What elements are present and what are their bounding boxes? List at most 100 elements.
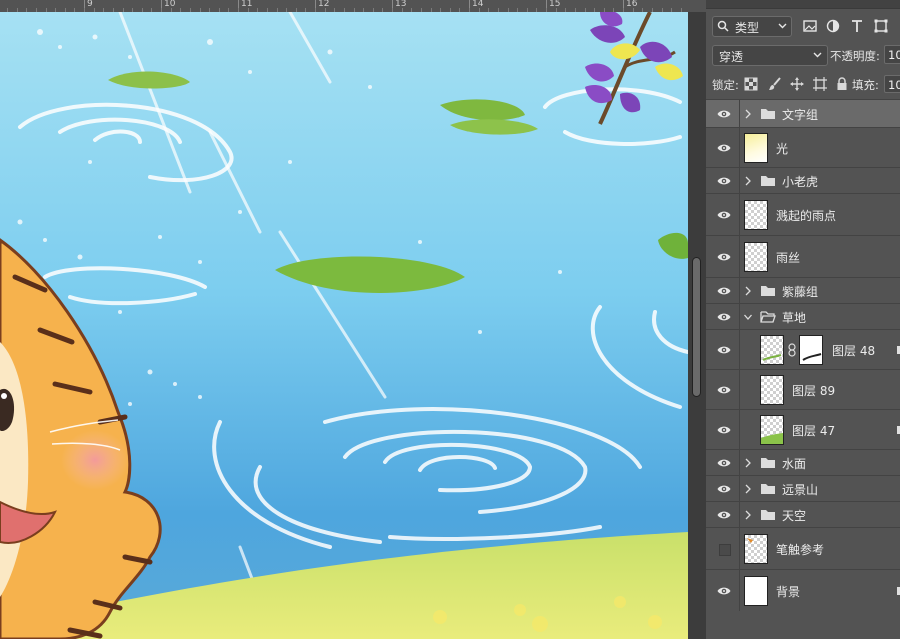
layer-row[interactable]: 雨丝 — [706, 235, 900, 277]
lock-position-icon[interactable] — [790, 77, 804, 91]
document-canvas[interactable] — [0, 12, 688, 639]
image-filter-icon[interactable] — [803, 19, 817, 33]
chevron-right-icon[interactable] — [744, 286, 752, 296]
layer-row[interactable]: 图层 89 — [706, 369, 900, 409]
brush-thumbnail-graphic — [747, 537, 753, 543]
eye-icon — [717, 211, 731, 218]
visibility-toggle[interactable] — [706, 502, 740, 527]
lock-artboard-icon[interactable] — [813, 77, 827, 91]
layer-row[interactable]: 图层 47 — [706, 409, 900, 449]
fill-field[interactable]: 100 — [884, 75, 900, 93]
folder-icon — [761, 457, 775, 468]
chevron-down-icon[interactable] — [744, 312, 752, 322]
eye-icon — [717, 110, 731, 117]
layer-group-row[interactable]: 远景山 — [706, 475, 900, 501]
chevron-right-icon[interactable] — [744, 109, 752, 119]
visibility-toggle[interactable] — [706, 528, 740, 569]
adjustment-filter-icon[interactable] — [826, 19, 840, 33]
layer-thumbnail — [744, 575, 768, 606]
folder-icon — [761, 108, 775, 119]
blend-mode-value: 穿透 — [719, 50, 744, 64]
layer-group-row[interactable]: 紫藤组 — [706, 277, 900, 303]
layer-name: 图层 48 — [832, 343, 876, 358]
layer-name: 小老虎 — [782, 174, 819, 189]
layer-row[interactable]: 背景 — [706, 569, 900, 611]
chevron-down-icon — [778, 23, 787, 29]
layer-name: 紫藤组 — [782, 284, 819, 299]
ruler-label: 14 — [472, 0, 484, 9]
folder-open-icon — [760, 310, 776, 323]
panel-tab-bar — [706, 0, 900, 9]
grass-thumbnail-graphic — [761, 432, 783, 444]
visibility-toggle[interactable] — [706, 100, 740, 127]
visibility-toggle[interactable] — [706, 236, 740, 277]
chevron-down-icon — [813, 52, 822, 58]
visibility-toggle[interactable] — [706, 304, 740, 329]
visibility-toggle[interactable] — [706, 194, 740, 235]
eye-icon — [717, 313, 731, 320]
visibility-toggle[interactable] — [706, 128, 740, 167]
layer-name: 雨丝 — [776, 250, 801, 265]
layer-thumbnail — [744, 199, 768, 230]
layer-group-row[interactable]: 小老虎 — [706, 167, 900, 193]
layer-group-row[interactable]: 草地 — [706, 303, 900, 329]
visibility-toggle[interactable] — [706, 370, 740, 409]
layer-name: 文字组 — [782, 107, 819, 122]
layer-filter-row: 类型 — [706, 14, 900, 38]
layer-group-row[interactable]: 水面 — [706, 449, 900, 475]
blend-mode-select[interactable]: 穿透 — [712, 45, 828, 66]
layer-row[interactable]: 溅起的雨点 — [706, 193, 900, 235]
visibility-toggle[interactable] — [706, 278, 740, 303]
layer-name: 溅起的雨点 — [776, 208, 837, 223]
chevron-right-icon[interactable] — [744, 484, 752, 494]
search-icon — [717, 20, 729, 32]
filter-kind-select[interactable]: 类型 — [712, 16, 792, 37]
eye-icon — [717, 346, 731, 353]
opacity-label: 不透明度: — [830, 49, 880, 63]
eye-icon — [717, 511, 731, 518]
layer-name: 笔触参考 — [776, 542, 825, 557]
folder-icon — [761, 175, 775, 186]
eye-icon — [717, 386, 731, 393]
lock-paint-icon[interactable] — [768, 77, 782, 91]
layer-row[interactable]: 图层 48 — [706, 329, 900, 369]
layers-panel: 类型 穿透 不透明度: 100 锁定: — [706, 0, 900, 639]
visibility-toggle[interactable] — [706, 450, 740, 475]
visibility-toggle[interactable] — [706, 410, 740, 449]
layer-thumbnail — [760, 334, 784, 365]
ruler-label: 12 — [318, 0, 330, 9]
shape-filter-icon[interactable] — [874, 19, 888, 33]
visibility-toggle[interactable] — [706, 570, 740, 611]
eye-icon — [717, 287, 731, 294]
visibility-toggle[interactable] — [706, 330, 740, 369]
layer-name: 天空 — [782, 508, 807, 523]
artwork-illustration — [0, 12, 688, 639]
ruler-label: 15 — [549, 0, 561, 9]
opacity-field[interactable]: 100 — [884, 45, 900, 64]
chevron-right-icon[interactable] — [744, 458, 752, 468]
visibility-toggle[interactable] — [706, 476, 740, 501]
eye-icon — [717, 485, 731, 492]
text-filter-icon[interactable] — [850, 19, 864, 33]
hidden-visibility-box — [719, 543, 731, 556]
chevron-right-icon[interactable] — [744, 510, 752, 520]
canvas-vertical-scrollbar[interactable] — [688, 12, 706, 639]
chevron-right-icon[interactable] — [744, 176, 752, 186]
layer-row[interactable]: 光 — [706, 127, 900, 167]
folder-icon — [761, 509, 775, 520]
layer-mask-thumbnail[interactable] — [799, 334, 823, 365]
layer-group-row[interactable]: 文字组 — [706, 99, 900, 127]
layer-name: 远景山 — [782, 482, 819, 497]
layer-row[interactable]: 笔触参考 — [706, 527, 900, 569]
layer-name: 背景 — [776, 584, 801, 599]
layer-group-row[interactable]: 天空 — [706, 501, 900, 527]
link-chain-icon[interactable] — [787, 342, 797, 357]
visibility-toggle[interactable] — [706, 168, 740, 193]
scrollbar-thumb[interactable] — [692, 257, 701, 397]
lock-all-icon[interactable] — [835, 77, 849, 91]
eye-icon — [717, 253, 731, 260]
layer-thumbnail — [760, 374, 784, 405]
lock-transparent-icon[interactable] — [744, 77, 758, 91]
eye-icon — [717, 426, 731, 433]
layer-name: 草地 — [782, 310, 807, 325]
